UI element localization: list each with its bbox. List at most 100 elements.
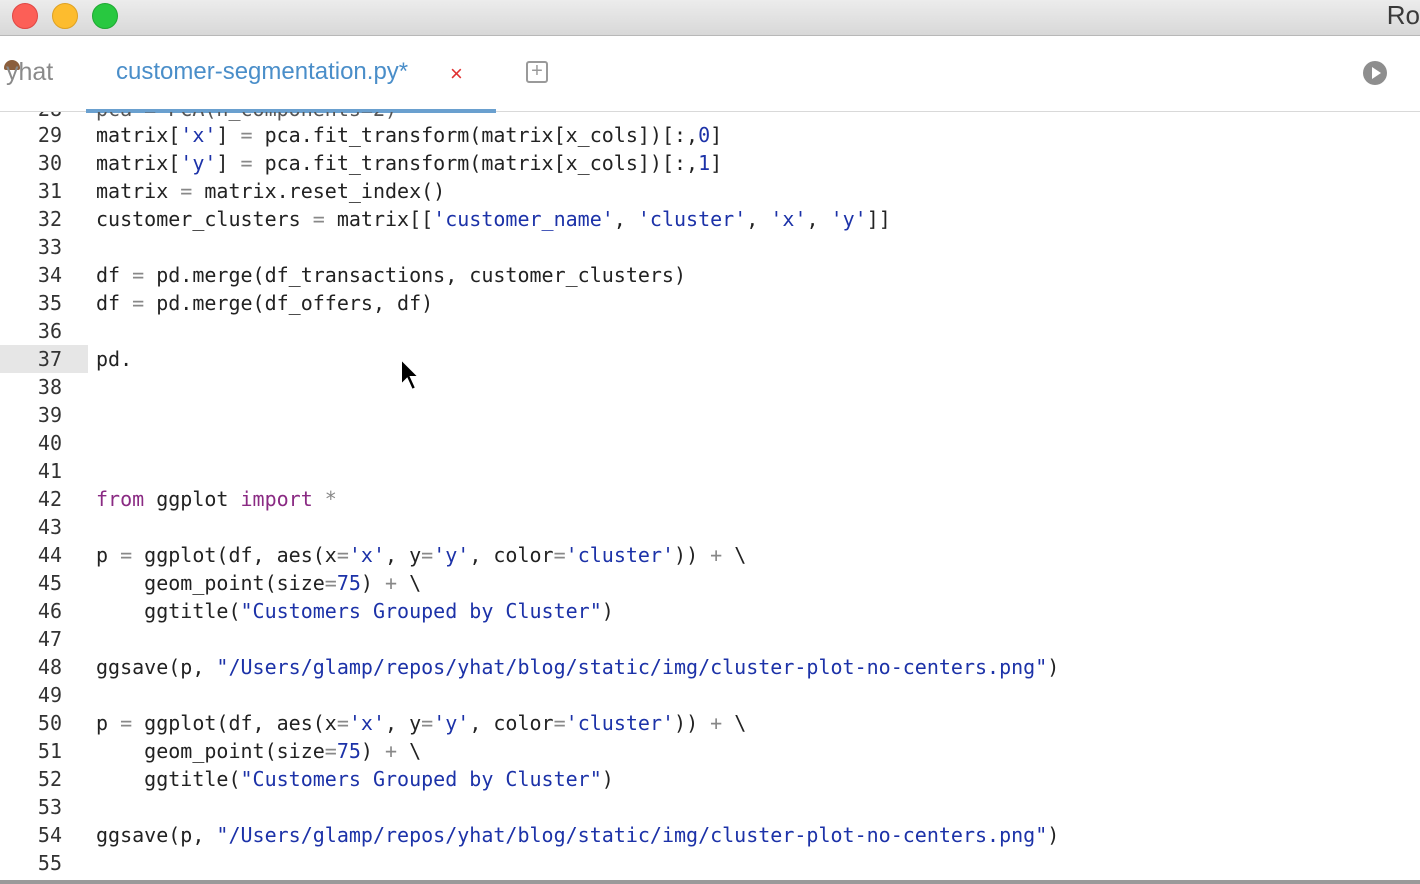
code-token: pd.merge(df_transactions, customer_clust… [144,263,687,287]
code-line[interactable]: 55 [0,849,1420,877]
code-token: matrix[[ [324,207,434,231]
tab-customer-segmentation[interactable]: customer-segmentation.py* × [86,36,496,113]
code-token: , [806,207,831,231]
code-line[interactable]: 46 ggtitle("Customers Grouped by Cluster… [0,597,1420,625]
code-token: ] [216,151,241,175]
code-token: ggsave(p, [96,823,217,847]
code-token: * [324,487,337,511]
code-line[interactable]: 50 p = ggplot(df, aes(x='x', y='y', color… [0,709,1420,737]
code-token: df [96,291,133,315]
code-token: ggsave(p, [96,655,217,679]
code-token: 0 [698,123,711,147]
code-token: 'x' [180,123,217,147]
code-text: from ggplot import * [96,485,337,513]
code-token: geom_point(size [96,739,325,763]
code-token: = [240,151,253,175]
code-token: pca.fit_transform(matrix[x_cols])[:, [252,123,699,147]
line-number: 37 [0,345,88,373]
code-token: )) [674,543,711,567]
code-token: 'cluster' [565,543,675,567]
code-line[interactable]: 37 pd. [0,345,1420,373]
code-token: 'y' [830,207,867,231]
code-token: ggplot(df, aes(x [132,543,337,567]
line-number: 29 [37,123,62,147]
code-line[interactable]: 42 from ggplot import * [0,485,1420,513]
code-line[interactable]: 43 [0,513,1420,541]
line-number: 45 [37,571,62,595]
line-number: 39 [37,403,62,427]
code-text: matrix = matrix.reset_index() [96,177,445,205]
code-token: = [312,207,325,231]
line-number: 51 [37,739,62,763]
run-button[interactable] [1363,61,1387,85]
code-line[interactable]: 51 geom_point(size=75) + \ [0,737,1420,765]
code-line[interactable]: 54 ggsave(p, "/Users/glamp/repos/yhat/blo… [0,821,1420,849]
code-line[interactable]: 44 p = ggplot(df, aes(x='x', y='y', color… [0,541,1420,569]
code-token: from [96,487,145,511]
code-line[interactable]: 47 [0,625,1420,653]
code-line[interactable]: 48 ggsave(p, "/Users/glamp/repos/yhat/blo… [0,653,1420,681]
code-token: ]] [866,207,891,231]
code-line[interactable]: 31 matrix = matrix.reset_index() [0,177,1420,205]
window-title: Ro [1386,0,1420,30]
new-tab-button[interactable]: + [526,61,548,83]
code-line[interactable]: 33 [0,233,1420,261]
code-token: "/Users/glamp/repos/yhat/blog/static/img… [216,823,1048,847]
close-tab-icon[interactable]: × [450,61,463,87]
line-number: 48 [37,655,62,679]
line-number: 31 [37,179,62,203]
code-text: ggtitle("Customers Grouped by Cluster") [96,597,614,625]
code-token: ggplot [144,487,241,511]
code-line[interactable]: 53 [0,793,1420,821]
code-token: 'cluster' [637,207,747,231]
code-token: , y [385,543,422,567]
code-line[interactable]: 29 matrix['x'] = pca.fit_transform(matrix… [0,121,1420,149]
code-token: = [336,543,349,567]
code-token: import [240,487,313,511]
code-text: df = pd.merge(df_transactions, customer_… [96,261,686,289]
code-line[interactable]: 34 df = pd.merge(df_transactions, custome… [0,261,1420,289]
line-number: 46 [37,599,62,623]
close-window-button[interactable] [12,3,38,29]
code-line[interactable]: 36 [0,317,1420,345]
code-token: pd.merge(df_offers, df) [144,291,434,315]
code-token: = [324,571,337,595]
line-number: 47 [37,627,62,651]
code-token: ) [1047,823,1060,847]
code-text: p = ggplot(df, aes(x='x', y='y', color='… [96,709,746,737]
line-number: 55 [37,851,62,875]
brand-logo: yhat [6,58,54,86]
code-token: + [710,711,723,735]
code-token: pca.fit_transform(matrix[x_cols])[:, [252,151,699,175]
code-token: 'y' [180,151,217,175]
code-token: ggplot(df, aes(x [132,711,337,735]
zoom-window-button[interactable] [92,3,118,29]
code-token: = [180,179,193,203]
code-token: 75 [336,739,361,763]
code-line[interactable]: 40 [0,429,1420,457]
code-text: geom_point(size=75) + \ [96,569,421,597]
code-line[interactable]: 32 customer_clusters = matrix[['customer_… [0,205,1420,233]
minimize-window-button[interactable] [52,3,78,29]
code-line[interactable]: 49 [0,681,1420,709]
code-token: geom_point(size [96,571,325,595]
code-line[interactable]: 39 [0,401,1420,429]
code-line[interactable]: 45 geom_point(size=75) + \ [0,569,1420,597]
code-token: ) [601,599,614,623]
code-token: = [120,711,133,735]
code-editor[interactable]: 28 pca = PCA(n_components=2) 29matrix['x… [0,112,1420,880]
code-line[interactable]: 35 df = pd.merge(df_offers, df) [0,289,1420,317]
code-line[interactable]: 41 [0,457,1420,485]
code-token: = [553,711,566,735]
code-token: \ [397,739,422,763]
code-line[interactable]: 38 [0,373,1420,401]
code-text: matrix['x'] = pca.fit_transform(matrix[x… [96,121,722,149]
line-number: 41 [37,459,62,483]
code-line[interactable]: 52 ggtitle("Customers Grouped by Cluster… [0,765,1420,793]
code-text: pd. [96,345,132,373]
code-token: , y [385,711,422,735]
code-line[interactable]: 30 matrix['y'] = pca.fit_transform(matrix… [0,149,1420,177]
code-token: ) [360,571,386,595]
code-token: , [746,207,771,231]
